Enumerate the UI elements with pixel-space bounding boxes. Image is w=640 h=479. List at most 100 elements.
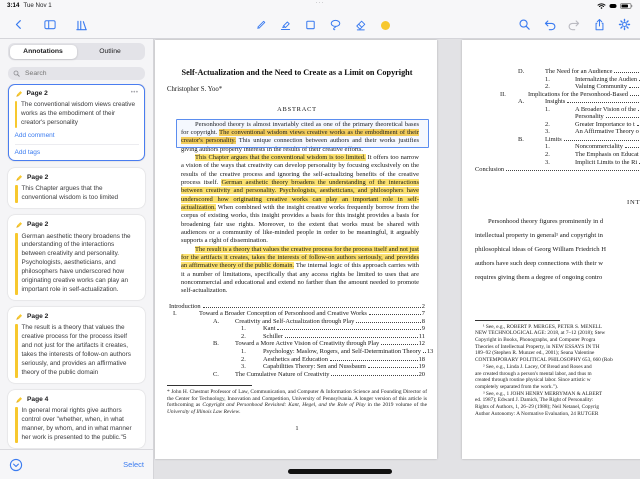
redo-button[interactable] [567, 18, 581, 32]
footnote-line: NEW TECHNOLOGICAL AGE: 2018, at 7–12 (20… [475, 330, 640, 337]
toc-label: An Affirmative Theory o [575, 128, 639, 136]
highlight-annotation[interactable]: This Chapter argues that the conventiona… [195, 154, 366, 161]
highlighter-tool-button[interactable] [278, 18, 292, 32]
toc-label: Toward a Broader Conception of Personhoo… [199, 310, 367, 318]
abstract-paragraph: This Chapter argues that the conventiona… [181, 154, 419, 246]
toc-page-number: 12 [419, 340, 425, 348]
yellow-color-dot [381, 21, 390, 30]
toc-entry: 3. Implicit Limits to the Ri [475, 159, 640, 167]
toc-entry: 1. Psychology: Maslow, Rogers, and Self-… [169, 348, 425, 356]
annotation-page-label: Page 2 [27, 174, 48, 181]
toc-dot-leader [629, 87, 640, 88]
undo-button[interactable] [542, 18, 556, 32]
tab-outline[interactable]: Outline [77, 45, 144, 59]
abstract-heading: ABSTRACT [167, 106, 427, 113]
search-input[interactable] [23, 69, 140, 78]
toc-entry: D. The Need for an Audience [475, 68, 640, 76]
share-button[interactable] [592, 18, 606, 32]
toc-number: 1. [545, 143, 575, 151]
toc-label: Kant [263, 325, 275, 333]
toc-dot-leader [630, 95, 640, 96]
back-button[interactable] [12, 18, 26, 32]
add-comment-link[interactable]: Add comment [15, 132, 139, 139]
toc-number: 2. [545, 121, 575, 129]
multitasking-dots-icon[interactable]: ··· [316, 0, 325, 6]
search-button[interactable] [517, 18, 531, 32]
document-page-2: D. The Need for an Audience 1. Internali… [462, 40, 640, 459]
toc-label: Valuing Community [575, 83, 627, 91]
toc-entry: 1. Kant 9 [169, 325, 425, 333]
annotation-card[interactable]: Page 2 German aesthetic theory broadens … [8, 215, 145, 300]
toc-label: Aesthetics and Education [263, 356, 328, 364]
color-swatch-yellow[interactable] [378, 18, 392, 32]
toc-number: 3. [241, 363, 263, 371]
toc-label: Implicit Limits to the Ri [575, 159, 637, 167]
divider [15, 144, 139, 145]
document-title: Self-Actualization and the Need to Creat… [167, 68, 427, 78]
toc-label: Greater Importance to t [575, 121, 635, 129]
introduction-heading: INTRODUCTION [627, 199, 640, 206]
toc-number: D. [518, 68, 545, 76]
highlight-marker-icon [15, 173, 24, 182]
toc-number: A. [518, 98, 545, 106]
toc-number: C. [213, 371, 235, 379]
annotation-card[interactable]: Page 2 The result is a theory that value… [8, 307, 145, 383]
lasso-tool-button[interactable] [328, 18, 342, 32]
settings-gear-icon[interactable] [617, 18, 631, 32]
annotation-card[interactable]: Page 2 This Chapter argues that the conv… [8, 168, 145, 208]
toc-entry: B. Toward a More Active Vision of Creati… [169, 340, 425, 348]
annotation-text: This Chapter argues that the conventiona… [22, 185, 139, 203]
toc-dot-leader [203, 307, 421, 308]
highlight-color-bar [15, 233, 18, 295]
pen-tool-button[interactable] [253, 18, 267, 32]
annotations-sidebar: Annotations Outline Page 2 ••• T [0, 39, 154, 479]
toc-dot-leader [368, 367, 418, 368]
toc-number: 3. [545, 159, 575, 167]
app-screen: 3:14 Tue Nov 1 ··· [0, 0, 640, 479]
footnote-italic-title: Copyright and Personhood Revisited: Kant… [202, 402, 365, 408]
toc-page-number: 19 [419, 363, 425, 371]
view-sidebar-button[interactable] [43, 18, 57, 32]
annotation-card[interactable]: Page 4 In general moral rights give auth… [8, 390, 145, 448]
document-viewport[interactable]: Self-Actualization and the Need to Creat… [154, 39, 640, 479]
select-button[interactable]: Select [123, 460, 144, 469]
toc-label: The Emphasis on Educat [575, 151, 639, 159]
search-box[interactable] [8, 67, 145, 80]
annotation-text: In general moral rights give authors con… [22, 407, 139, 443]
toc-number: 1. [545, 106, 575, 114]
introduction-body: Personhood theory figures prominently in… [475, 215, 640, 286]
tab-annotations[interactable]: Annotations [10, 45, 77, 59]
sidebar-tabs: Annotations Outline [8, 43, 145, 60]
footnote-line: ² See, e.g., Linda J. Lacey, Of Bread an… [475, 364, 640, 371]
highlight-color-bar [15, 324, 18, 377]
toc-label: Schiller [263, 333, 283, 341]
body-line: intellectual property in general¹ and co… [475, 229, 640, 243]
toc-entry: 1. A Broader Vision of the [475, 106, 640, 114]
shape-tool-button[interactable] [303, 18, 317, 32]
toc-entry: A. Insights [475, 98, 640, 106]
toc-number: 2. [241, 333, 263, 341]
highlight-marker-icon [15, 89, 24, 98]
toc-dot-leader [277, 329, 420, 330]
annotation-card-selected[interactable]: Page 2 ••• The conventional wisdom views… [8, 84, 145, 161]
toc-number: 2. [545, 83, 575, 91]
add-tags-link[interactable]: Add tags [15, 149, 139, 156]
toc-dot-leader [625, 147, 640, 148]
battery-icon [620, 3, 633, 9]
highlight-color-bar [15, 185, 18, 203]
annotation-text: The conventional wisdom views creative w… [21, 101, 139, 128]
footnote-line: completely separated from the work."). [475, 384, 640, 391]
home-indicator[interactable] [288, 469, 392, 474]
toc-entry: 3. An Affirmative Theory o [475, 128, 640, 136]
collapse-circle-button[interactable] [9, 458, 23, 472]
eraser-tool-button[interactable] [353, 18, 367, 32]
more-options-icon[interactable]: ••• [131, 90, 139, 96]
toc-dot-leader [331, 375, 417, 376]
annotation-text: German aesthetic theory broadens the und… [22, 233, 139, 295]
library-button[interactable] [74, 18, 88, 32]
abstract-paragraph: The result is a theory that values the c… [181, 246, 419, 296]
toc-entry: 1. Internalizing the Audien [475, 76, 640, 84]
toc-label: Limits [545, 136, 562, 144]
toc-number: 2. [545, 151, 575, 159]
highlight-color-bar [15, 407, 18, 443]
